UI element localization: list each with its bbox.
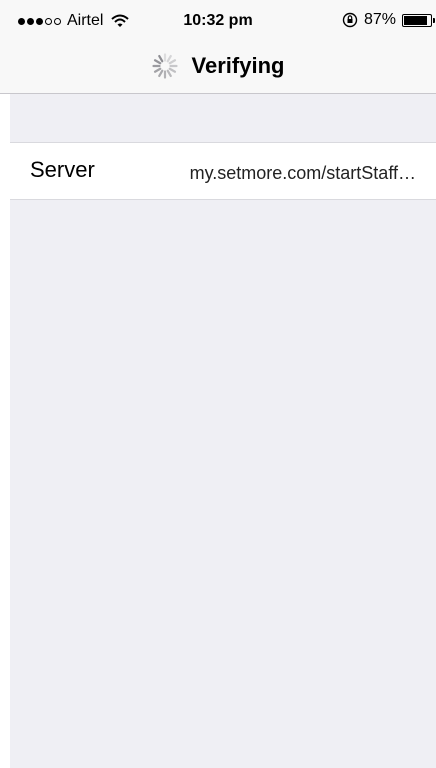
spinner-spoke	[166, 54, 172, 63]
battery-fill	[404, 15, 427, 25]
activity-spinner-icon	[151, 53, 178, 79]
nav-title: Verifying	[191, 53, 285, 78]
server-label: Server	[30, 157, 95, 182]
navigation-bar: Verifying	[0, 38, 436, 94]
spinner-spoke	[157, 54, 163, 63]
spinner-spoke	[153, 67, 161, 73]
rotation-lock-icon	[342, 12, 358, 28]
spinner-spoke	[168, 67, 176, 73]
spinner-spoke	[157, 69, 163, 78]
spinner-spoke	[168, 59, 176, 65]
spinner-spoke	[153, 59, 161, 65]
content-background	[10, 0, 436, 768]
top-bar: Airtel 10:32 pm 87% Verifying	[0, 0, 436, 94]
spinner-spoke	[166, 69, 172, 78]
status-bar: Airtel 10:32 pm 87%	[0, 0, 436, 38]
server-row[interactable]: Server my.setmore.com/startStaff…	[10, 142, 436, 200]
status-right: 87%	[342, 11, 435, 29]
app-frame: Airtel 10:32 pm 87% Verifying Server my.…	[0, 0, 436, 768]
server-value: my.setmore.com/startStaff…	[189, 163, 416, 183]
battery-percent: 87%	[363, 11, 396, 28]
battery-icon	[402, 13, 435, 27]
